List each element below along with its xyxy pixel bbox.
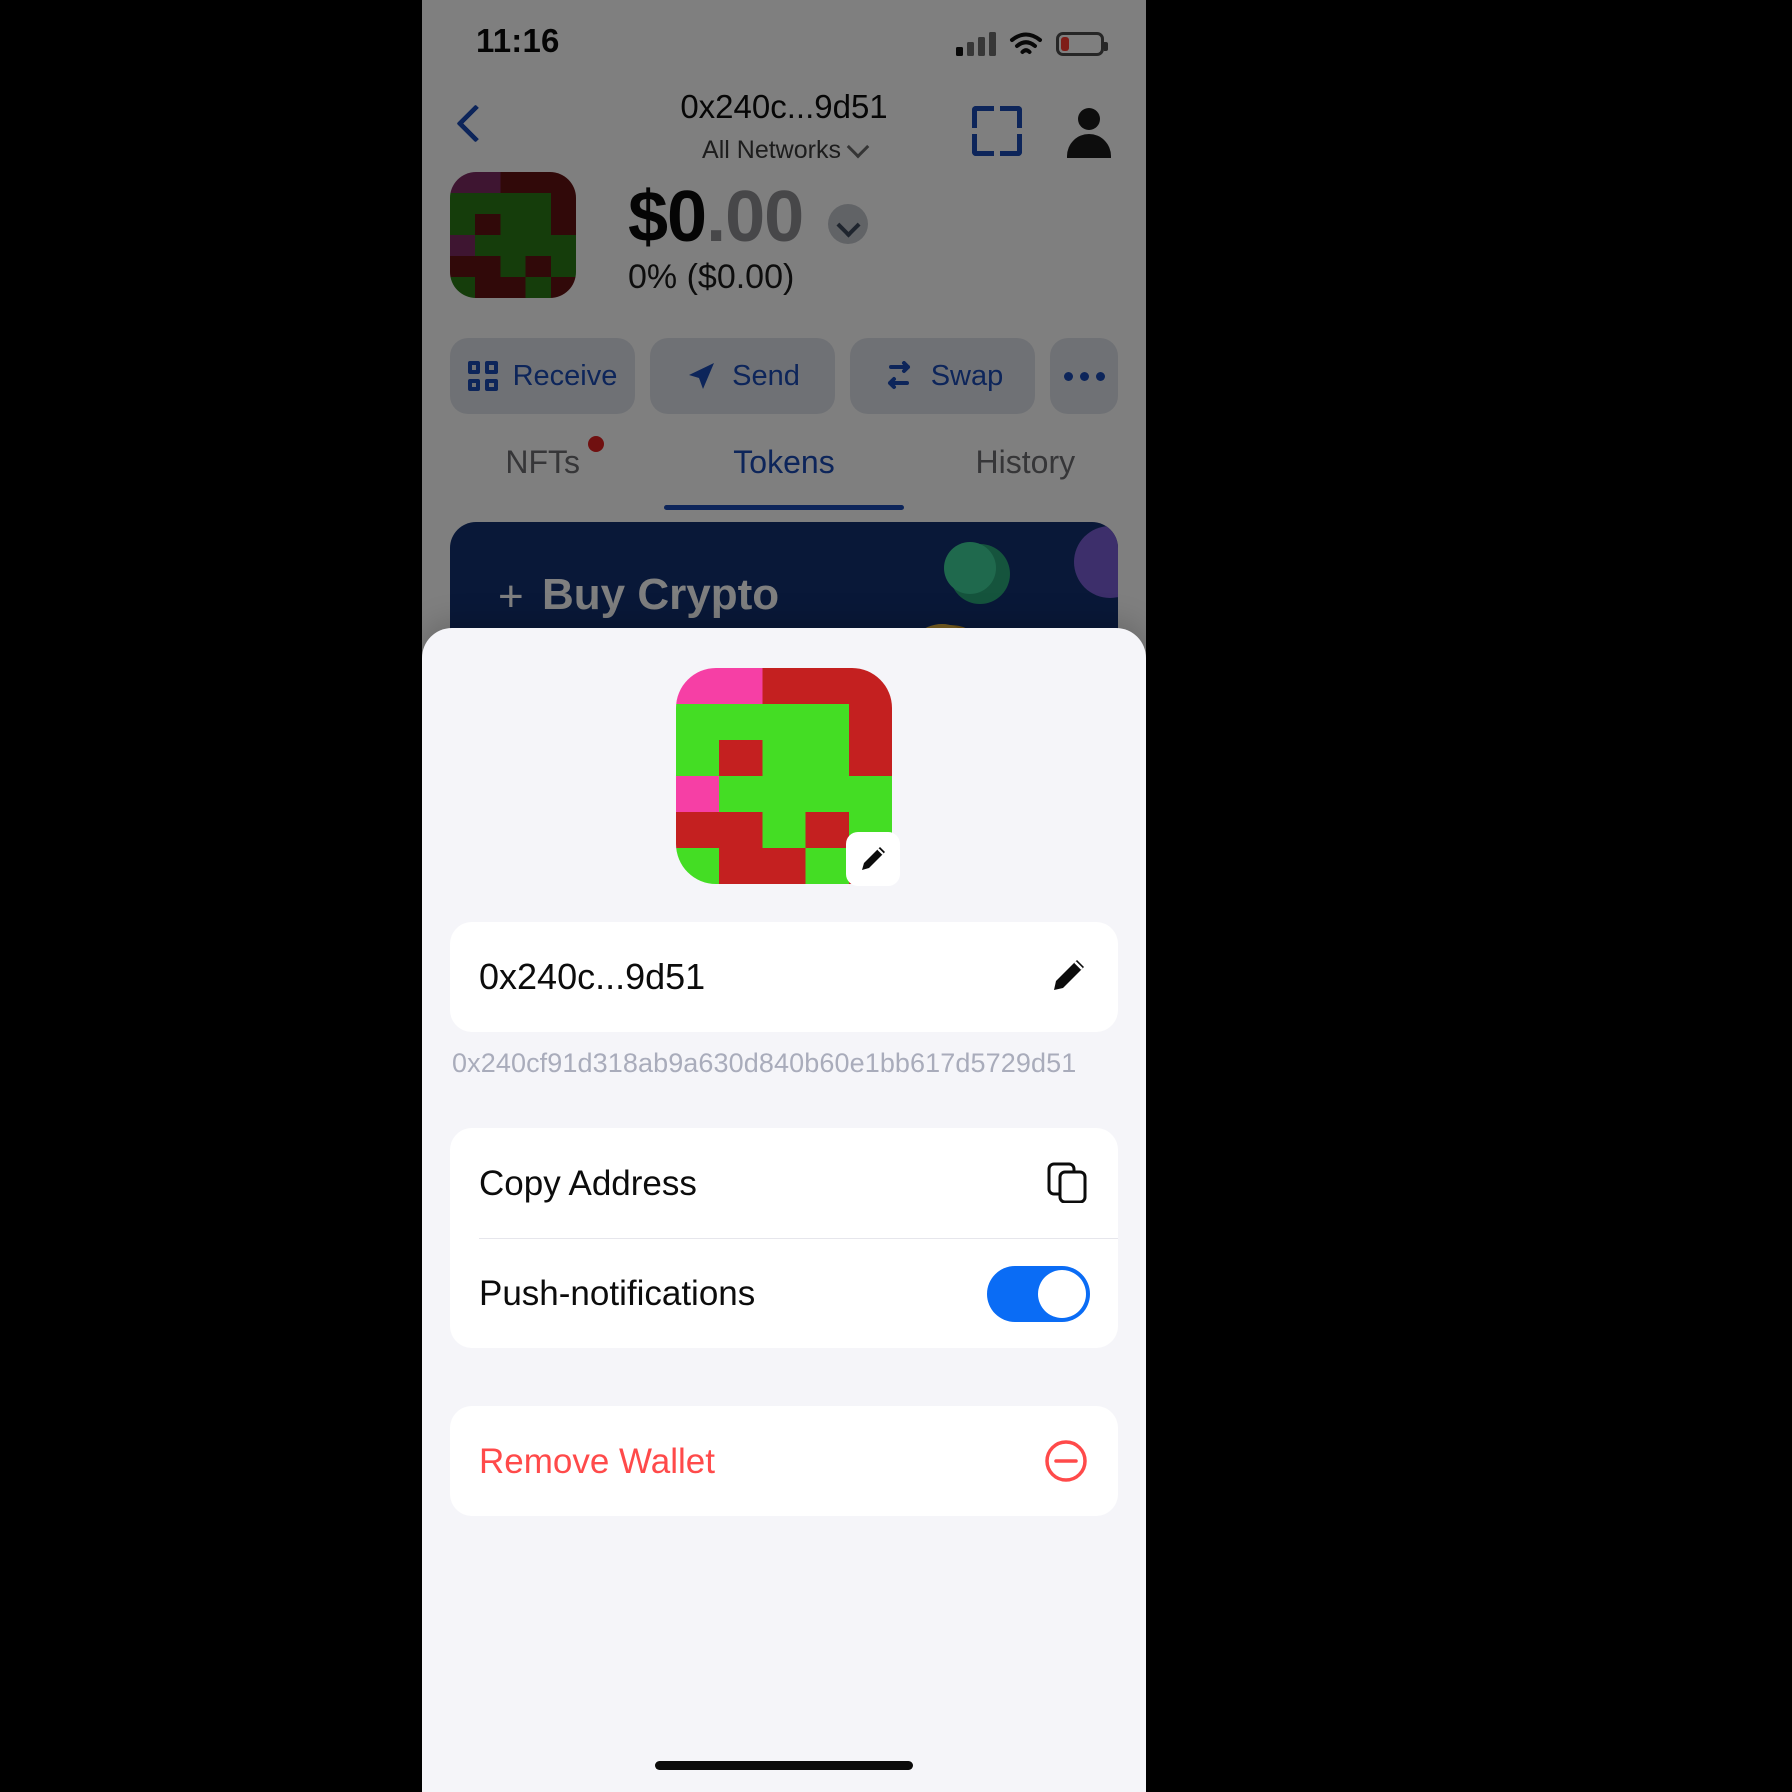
- home-indicator: [655, 1761, 913, 1770]
- remove-wallet-card[interactable]: Remove Wallet: [450, 1406, 1118, 1516]
- tab-nfts-label: NFTs: [505, 444, 580, 480]
- balance-minor: .00: [706, 177, 804, 257]
- battery-low-icon: [1056, 32, 1108, 56]
- page-title: 0x240c...9d51: [680, 88, 888, 125]
- tab-nfts[interactable]: NFTs: [422, 436, 663, 502]
- status-bar-clock: 11:16: [476, 22, 560, 59]
- chevron-down-icon: [846, 135, 870, 159]
- paper-plane-icon: [685, 360, 717, 392]
- app-header: 0x240c...9d51 All Networks: [422, 88, 1146, 166]
- network-selector[interactable]: All Networks: [422, 135, 1146, 165]
- phone-screen: 11:16 0x240c...9d51 All Networks $0.00 0…: [422, 0, 1146, 1792]
- chevron-down-circle-icon[interactable]: [828, 204, 868, 244]
- content-tabs: NFTs Tokens History: [422, 436, 1146, 510]
- status-bar: 11:16: [422, 0, 1146, 78]
- scan-qr-icon[interactable]: [972, 106, 1022, 156]
- more-options-button[interactable]: [1050, 338, 1118, 414]
- remove-wallet-label: Remove Wallet: [479, 1442, 715, 1481]
- balance-amount: $0.00: [628, 176, 804, 258]
- tab-history-label: History: [975, 444, 1076, 480]
- receive-button[interactable]: Receive: [450, 338, 635, 414]
- receive-label: Receive: [512, 359, 618, 392]
- tab-tokens[interactable]: Tokens: [663, 440, 904, 510]
- swap-label: Swap: [930, 359, 1004, 392]
- push-notifications-toggle[interactable]: [987, 1266, 1090, 1322]
- copy-icon: [1046, 1161, 1088, 1204]
- push-notifications-label: Push-notifications: [479, 1274, 756, 1313]
- wifi-icon: [1009, 32, 1043, 56]
- edit-name-button[interactable]: [1050, 956, 1088, 994]
- wallet-name-value: 0x240c...9d51: [479, 956, 706, 997]
- copy-address-label: Copy Address: [479, 1164, 697, 1203]
- avatar-edit-button[interactable]: [846, 832, 900, 886]
- cellular-bars-icon: [956, 32, 996, 56]
- wallet-detail-sheet: 0x240c...9d51 0x240cf91d318ab9a630d840b6…: [422, 628, 1146, 1792]
- wallet-name-card[interactable]: 0x240c...9d51: [450, 922, 1118, 1032]
- send-button[interactable]: Send: [650, 338, 835, 414]
- action-buttons: Receive Send Swap: [450, 338, 1118, 414]
- swap-button[interactable]: Swap: [850, 338, 1035, 414]
- network-label: All Networks: [702, 136, 841, 164]
- tab-indicator: [663, 505, 904, 510]
- buy-crypto-label: Buy Crypto: [542, 570, 780, 619]
- send-label: Send: [732, 359, 800, 392]
- minus-circle-icon: [1044, 1439, 1088, 1483]
- notification-dot: [587, 436, 604, 452]
- pencil-icon: [858, 844, 888, 874]
- person-icon[interactable]: [1062, 104, 1116, 158]
- wallet-options-card: Copy Address Push-notifications: [450, 1128, 1118, 1348]
- balance-major: $0: [628, 177, 707, 257]
- tab-history[interactable]: History: [905, 440, 1146, 502]
- plus-icon: +: [498, 572, 524, 621]
- wallet-full-address: 0x240cf91d318ab9a630d840b60e1bb617d5729d…: [452, 1048, 1077, 1078]
- swap-arrows-icon: [882, 361, 916, 391]
- ellipsis-icon: [1063, 371, 1105, 381]
- balance-section: $0.00 0% ($0.00): [450, 172, 1118, 302]
- qr-code-icon: [467, 361, 498, 391]
- copy-address-row[interactable]: Copy Address: [450, 1128, 1118, 1238]
- wallet-avatar-group: [676, 668, 900, 886]
- wallet-identicon[interactable]: [450, 172, 576, 298]
- balance-change: 0% ($0.00): [628, 258, 795, 296]
- status-bar-indicators: [956, 22, 1108, 56]
- push-notifications-row[interactable]: Push-notifications: [450, 1238, 1118, 1348]
- tab-tokens-label: Tokens: [733, 444, 835, 480]
